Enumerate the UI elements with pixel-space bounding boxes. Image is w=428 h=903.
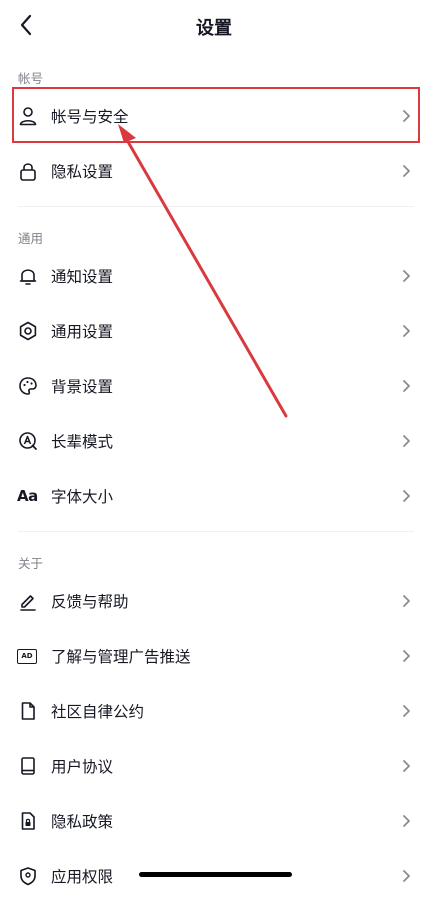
settings-item-notifications[interactable]: 通知设置 (0, 249, 428, 303)
settings-item-general[interactable]: 通用设置 (0, 304, 428, 358)
chevron-right-icon (403, 760, 410, 772)
chevron-right-icon (403, 815, 410, 827)
settings-item-label: 通知设置 (51, 268, 114, 286)
chevron-right-icon (403, 870, 410, 882)
chevron-right-icon (403, 705, 410, 717)
gear-icon (17, 320, 39, 342)
settings-item-label: 了解与管理广告推送 (51, 648, 191, 666)
section-divider (18, 531, 414, 532)
settings-item-label: 用户协议 (51, 758, 114, 776)
settings-item-label: 长辈模式 (51, 433, 114, 451)
chevron-right-icon (403, 490, 410, 502)
font-size-icon: Aa (17, 487, 38, 505)
settings-item-font-size[interactable]: Aa 字体大小 (0, 469, 428, 523)
settings-item-label: 应用权限 (51, 868, 114, 886)
section-label-account: 帐号 (18, 71, 44, 86)
book-icon (17, 755, 39, 777)
header: 设置 (0, 0, 428, 52)
lock-icon (17, 160, 39, 182)
settings-item-background[interactable]: 背景设置 (0, 359, 428, 413)
settings-item-label: 字体大小 (51, 488, 114, 506)
palette-icon (17, 375, 39, 397)
page-title: 设置 (196, 18, 232, 39)
privacy-file-icon (17, 810, 39, 832)
section-label-about: 关于 (18, 556, 44, 571)
ad-icon: AD (17, 645, 37, 667)
settings-item-label: 隐私政策 (51, 813, 114, 831)
settings-item-label: 通用设置 (51, 323, 114, 341)
chevron-right-icon (403, 595, 410, 607)
annotation-highlight-box (12, 87, 420, 143)
settings-item-community-guidelines[interactable]: 社区自律公约 (0, 684, 428, 738)
settings-item-label: 反馈与帮助 (51, 593, 129, 611)
settings-item-feedback[interactable]: 反馈与帮助 (0, 574, 428, 628)
chevron-right-icon (403, 380, 410, 392)
settings-item-label: 背景设置 (51, 378, 114, 396)
settings-item-label: 社区自律公约 (51, 703, 145, 721)
chevron-right-icon (403, 325, 410, 337)
settings-item-privacy-policy[interactable]: 隐私政策 (0, 794, 428, 848)
chevron-right-icon (403, 270, 410, 282)
home-indicator (139, 872, 292, 877)
ad-icon-text: AD (17, 648, 37, 664)
chevron-right-icon (403, 650, 410, 662)
chevron-right-icon (403, 165, 410, 177)
document-icon (17, 700, 39, 722)
chevron-right-icon (403, 435, 410, 447)
pencil-icon (17, 590, 39, 612)
settings-item-elder-mode[interactable]: 长辈模式 (0, 414, 428, 468)
bell-icon (17, 265, 39, 287)
elder-mode-icon (17, 430, 39, 452)
shield-location-icon (17, 865, 39, 887)
settings-item-ad-management[interactable]: AD 了解与管理广告推送 (0, 629, 428, 683)
settings-item-privacy[interactable]: 隐私设置 (0, 144, 428, 198)
section-divider (18, 206, 414, 207)
settings-item-user-agreement[interactable]: 用户协议 (0, 739, 428, 793)
section-label-general: 通用 (18, 231, 44, 246)
settings-item-label: 隐私设置 (51, 163, 114, 181)
